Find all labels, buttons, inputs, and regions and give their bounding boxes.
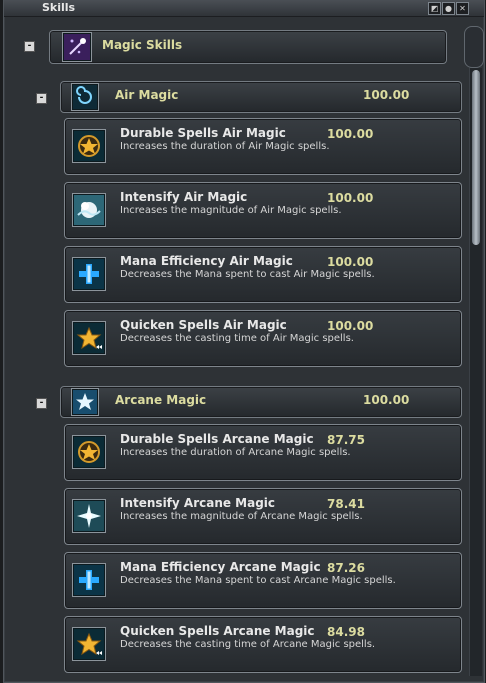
skill-value: 87.75 <box>327 433 365 447</box>
skill-card-quicken-air[interactable]: Quicken Spells Air Magic 100.00 Decrease… <box>64 310 462 367</box>
skill-value: 84.98 <box>327 625 365 639</box>
arcane-magic-header[interactable]: Arcane Magic 100.00 <box>60 386 462 418</box>
title-bar[interactable]: Skills ◩ ● ✕ <box>4 0 484 17</box>
skill-card-mana-air[interactable]: Mana Efficiency Air Magic 100.00 Decreas… <box>64 246 462 303</box>
skill-value: 100.00 <box>327 127 374 141</box>
skill-card-mana-arcane[interactable]: Mana Efficiency Arcane Magic 87.26 Decre… <box>64 552 462 609</box>
plus-icon <box>72 563 106 597</box>
skill-card-intensify-air[interactable]: Intensify Air Magic 100.00 Increases the… <box>64 182 462 239</box>
skill-description: Decreases the Mana spent to cast Air Mag… <box>120 269 375 280</box>
skill-title: Quicken Spells Arcane Magic <box>120 624 315 638</box>
air-magic-collapse-toggle[interactable]: - <box>36 93 47 104</box>
skill-title: Durable Spells Arcane Magic <box>120 432 314 446</box>
pin-icon[interactable]: ◩ <box>428 2 441 15</box>
air-magic-label: Air Magic <box>115 88 179 102</box>
record-icon[interactable]: ● <box>442 2 455 15</box>
skill-card-durable-air[interactable]: Durable Spells Air Magic 100.00 Increase… <box>64 118 462 175</box>
skill-title: Intensify Arcane Magic <box>120 496 276 510</box>
burst-icon <box>72 193 106 227</box>
magic-skills-icon <box>62 32 92 62</box>
star-circle-icon <box>72 129 106 163</box>
air-swirl-icon <box>71 83 99 111</box>
arcane-magic-value: 100.00 <box>363 393 410 407</box>
skill-description: Increases the magnitude of Air Magic spe… <box>120 205 342 216</box>
skill-value: 78.41 <box>327 497 365 511</box>
arcane-magic-collapse-toggle[interactable]: - <box>36 398 47 409</box>
skill-title: Intensify Air Magic <box>120 190 248 204</box>
burst-icon <box>72 499 106 533</box>
scrollbar[interactable] <box>469 68 482 676</box>
star-circle-icon <box>72 435 106 469</box>
skill-value: 100.00 <box>327 191 374 205</box>
skill-card-quicken-arcane[interactable]: Quicken Spells Arcane Magic 84.98 Decrea… <box>64 616 462 673</box>
skill-value: 87.26 <box>327 561 365 575</box>
star-fast-icon <box>72 321 106 355</box>
skill-title: Mana Efficiency Arcane Magic <box>120 560 321 574</box>
frame-ornament <box>464 26 484 68</box>
skill-description: Increases the magnitude of Arcane Magic … <box>120 511 363 522</box>
skill-value: 100.00 <box>327 255 374 269</box>
arcane-star-icon <box>71 388 99 416</box>
air-magic-value: 100.00 <box>363 88 410 102</box>
skill-description: Decreases the casting time of Air Magic … <box>120 333 354 344</box>
close-icon[interactable]: ✕ <box>456 2 469 15</box>
skill-card-durable-arcane[interactable]: Durable Spells Arcane Magic 87.75 Increa… <box>64 424 462 481</box>
arcane-magic-label: Arcane Magic <box>115 393 207 407</box>
plus-icon <box>72 257 106 291</box>
skill-card-intensify-arcane[interactable]: Intensify Arcane Magic 78.41 Increases t… <box>64 488 462 545</box>
magic-skills-label: Magic Skills <box>102 38 183 52</box>
skill-description: Decreases the casting time of Arcane Mag… <box>120 639 376 650</box>
skill-title: Mana Efficiency Air Magic <box>120 254 293 268</box>
skill-title: Durable Spells Air Magic <box>120 126 286 140</box>
skill-description: Decreases the Mana spent to cast Arcane … <box>120 575 396 586</box>
window-title: Skills <box>42 1 76 14</box>
skill-description: Increases the duration of Air Magic spel… <box>120 141 330 152</box>
skill-description: Increases the duration of Arcane Magic s… <box>120 447 351 458</box>
skills-window: Skills ◩ ● ✕ - Magic Skills - Air Magic … <box>3 0 485 683</box>
magic-skills-collapse-toggle[interactable]: - <box>24 41 35 52</box>
magic-skills-header[interactable]: Magic Skills <box>49 30 447 64</box>
scrollbar-thumb[interactable] <box>472 70 480 245</box>
air-magic-header[interactable]: Air Magic 100.00 <box>60 81 462 113</box>
star-fast-icon <box>72 627 106 661</box>
skill-value: 100.00 <box>327 319 374 333</box>
skill-title: Quicken Spells Air Magic <box>120 318 287 332</box>
